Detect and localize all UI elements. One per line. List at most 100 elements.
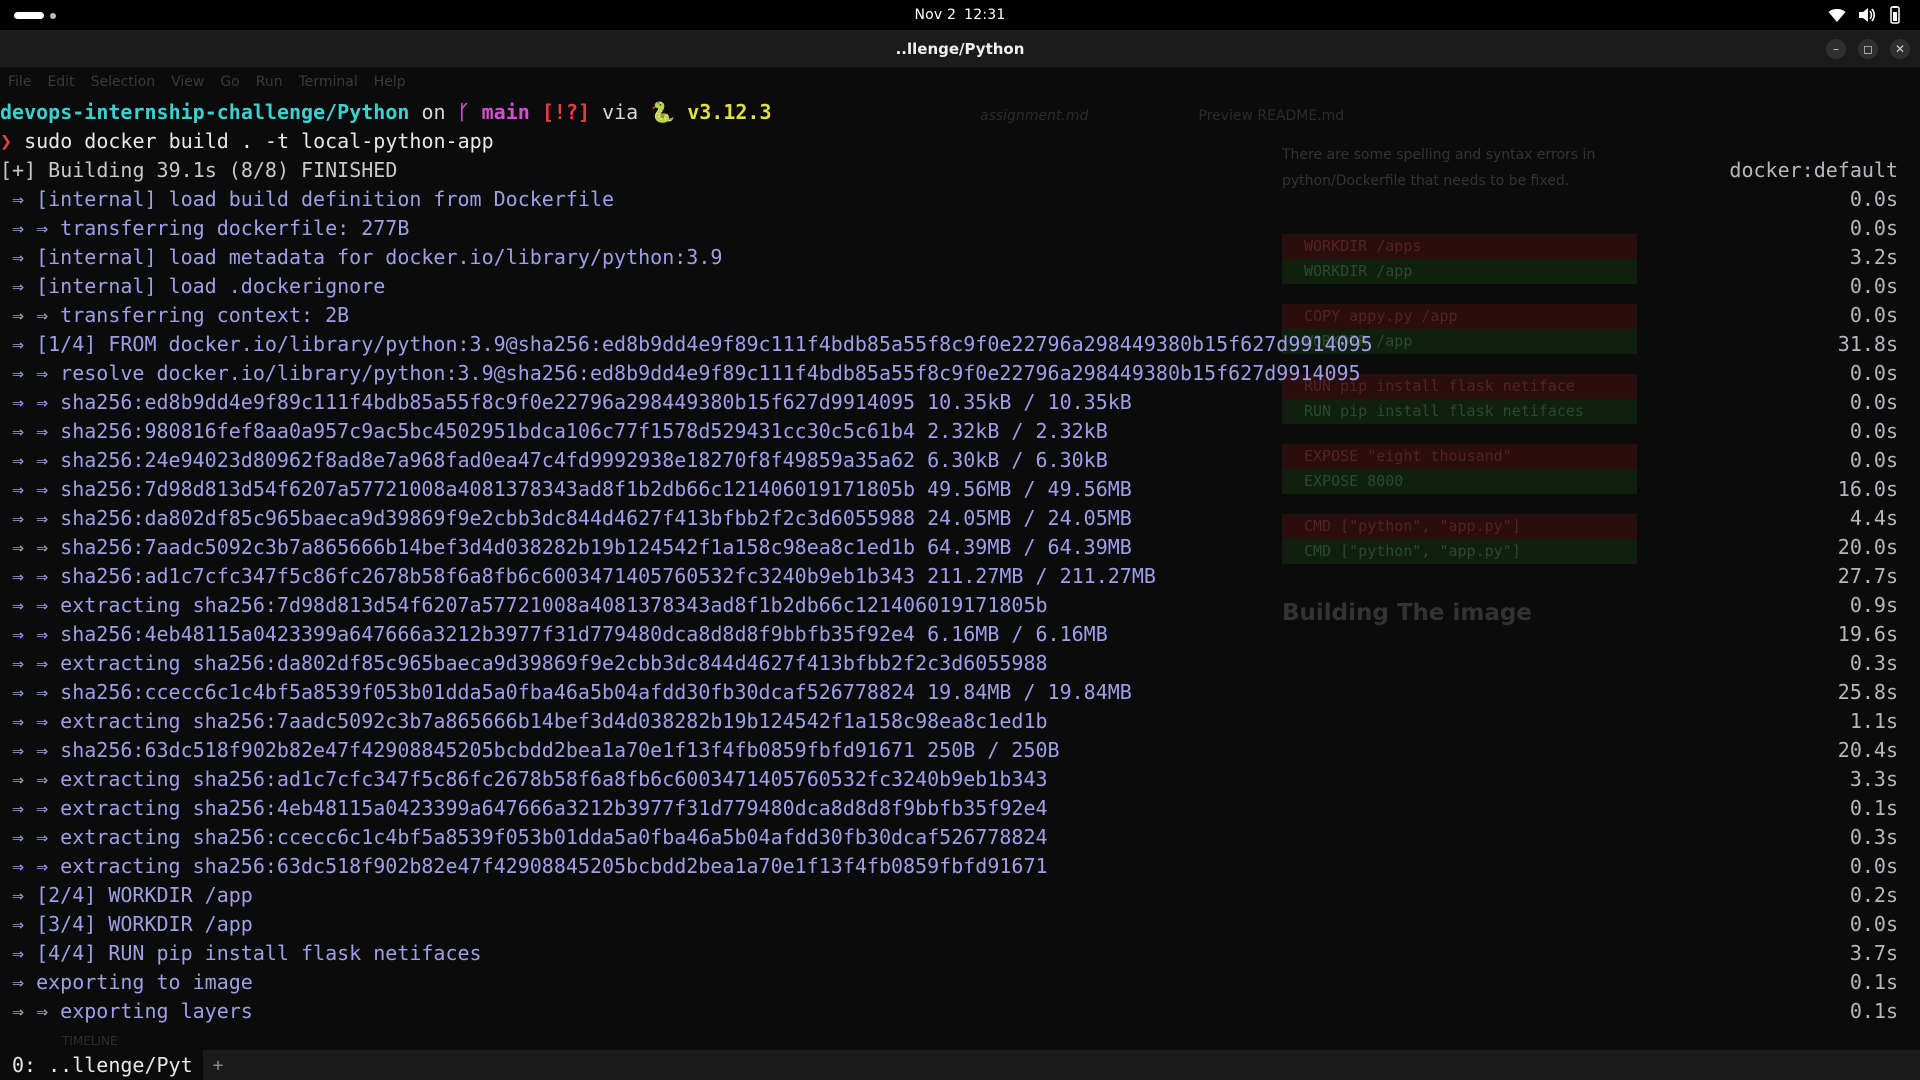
build-step-text: ⇒ ⇒ sha256:da802df85c965baeca9d39869f9e2… bbox=[12, 506, 1132, 530]
terminal-output[interactable]: devops-internship-challenge/Python on ᚴ … bbox=[0, 98, 1920, 1026]
build-step-text: ⇒ ⇒ extracting sha256:ccecc6c1c4bf5a8539… bbox=[12, 825, 1048, 849]
build-step-line: ⇒ ⇒ sha256:7aadc5092c3b7a865666b14bef3d4… bbox=[0, 533, 1920, 562]
build-step-line: ⇒ ⇒ sha256:ed8b9dd4e9f89c111f4bdb85a55f8… bbox=[0, 388, 1920, 417]
build-step-time: 0.0s bbox=[1849, 912, 1898, 936]
command-text: sudo docker build . -t local-python-app bbox=[24, 129, 494, 153]
minimize-button[interactable]: – bbox=[1826, 39, 1846, 59]
prompt-line: devops-internship-challenge/Python on ᚴ … bbox=[0, 98, 1920, 127]
prompt-chevron-icon: ❯ bbox=[0, 129, 13, 153]
build-step-time: 31.8s bbox=[1837, 332, 1898, 356]
build-step-time: 27.7s bbox=[1837, 564, 1898, 588]
build-step-time: 0.0s bbox=[1849, 419, 1898, 443]
build-step-line: ⇒ ⇒ extracting sha256:4eb48115a0423399a6… bbox=[0, 794, 1920, 823]
build-step-text: ⇒ ⇒ extracting sha256:4eb48115a0423399a6… bbox=[12, 796, 1048, 820]
session-tab[interactable]: 0: ..llenge/Pyt bbox=[0, 1050, 203, 1080]
build-step-text: ⇒ [3/4] WORKDIR /app bbox=[12, 912, 253, 936]
build-step-line: ⇒ ⇒ sha256:7d98d813d54f6207a57721008a408… bbox=[0, 475, 1920, 504]
prompt-directory: devops-internship-challenge/Python bbox=[0, 100, 410, 124]
python-version: v3.12.3 bbox=[687, 100, 772, 124]
build-step-time: 0.1s bbox=[1849, 999, 1898, 1023]
activities-indicator[interactable] bbox=[14, 12, 56, 19]
build-step-text: ⇒ ⇒ exporting layers bbox=[12, 999, 253, 1023]
window-controls: – ◻ ✕ bbox=[1826, 39, 1910, 59]
build-step-line: ⇒ ⇒ extracting sha256:da802df85c965baeca… bbox=[0, 649, 1920, 678]
build-step-time: 0.0s bbox=[1849, 303, 1898, 327]
build-step-line: ⇒ ⇒ resolve docker.io/library/python:3.9… bbox=[0, 359, 1920, 388]
prompt-via-text: via bbox=[602, 100, 639, 124]
battery-icon bbox=[1888, 6, 1902, 28]
build-step-text: ⇒ [2/4] WORKDIR /app bbox=[12, 883, 253, 907]
new-tab-button[interactable]: + bbox=[213, 1055, 224, 1076]
build-step-time: 19.6s bbox=[1837, 622, 1898, 646]
git-branch-icon: ᚴ bbox=[457, 100, 470, 124]
build-step-line: ⇒ [1/4] FROM docker.io/library/python:3.… bbox=[0, 330, 1920, 359]
build-step-line: ⇒ ⇒ transferring dockerfile: 277B 0.0s bbox=[0, 214, 1920, 243]
build-step-text: ⇒ ⇒ sha256:4eb48115a0423399a647666a3212b… bbox=[12, 622, 1108, 646]
build-step-text: ⇒ ⇒ resolve docker.io/library/python:3.9… bbox=[12, 361, 1361, 385]
bg-menu-edit: Edit bbox=[47, 74, 75, 90]
bg-menu-view: View bbox=[171, 74, 205, 90]
close-button[interactable]: ✕ bbox=[1890, 39, 1910, 59]
workspace-dot bbox=[50, 12, 56, 19]
build-step-text: ⇒ ⇒ sha256:7aadc5092c3b7a865666b14bef3d4… bbox=[12, 535, 1132, 559]
bg-menu-file: File bbox=[8, 74, 32, 90]
build-step-text: ⇒ ⇒ sha256:24e94023d80962f8ad8e7a968fad0… bbox=[12, 448, 1108, 472]
bg-menu-help: Help bbox=[373, 74, 406, 90]
bg-menu-run: Run bbox=[255, 74, 283, 90]
build-step-text: ⇒ ⇒ extracting sha256:7d98d813d54f6207a5… bbox=[12, 593, 1048, 617]
build-step-time: 0.1s bbox=[1849, 796, 1898, 820]
build-step-line: ⇒ ⇒ extracting sha256:7d98d813d54f6207a5… bbox=[0, 591, 1920, 620]
build-step-line: ⇒ ⇒ exporting layers 0.1s bbox=[0, 997, 1920, 1026]
build-step-text: ⇒ ⇒ sha256:7d98d813d54f6207a57721008a408… bbox=[12, 477, 1132, 501]
clock-date: Nov 2 bbox=[914, 7, 957, 23]
volume-icon bbox=[1858, 7, 1876, 27]
workspace-active-pill bbox=[14, 12, 44, 19]
prompt-on-text: on bbox=[421, 100, 446, 124]
maximize-button[interactable]: ◻ bbox=[1858, 39, 1878, 59]
build-step-time: 25.8s bbox=[1837, 680, 1898, 704]
build-step-text: ⇒ ⇒ extracting sha256:ad1c7cfc347f5c86fc… bbox=[12, 767, 1048, 791]
build-step-time: 0.0s bbox=[1849, 390, 1898, 414]
clock[interactable]: Nov 2 12:31 bbox=[914, 7, 1005, 23]
build-steps: ⇒ [internal] load build definition from … bbox=[0, 185, 1920, 1026]
system-top-bar: Nov 2 12:31 bbox=[0, 0, 1920, 30]
build-step-text: ⇒ ⇒ sha256:ad1c7cfc347f5c86fc2678b58f6a8… bbox=[12, 564, 1156, 588]
build-step-text: ⇒ ⇒ extracting sha256:7aadc5092c3b7a8656… bbox=[12, 709, 1048, 733]
build-header-line: [+] Building 39.1s (8/8) FINISHED docker… bbox=[0, 156, 1920, 185]
build-step-text: ⇒ ⇒ sha256:ccecc6c1c4bf5a8539f053b01dda5… bbox=[12, 680, 1132, 704]
build-step-time: 3.3s bbox=[1849, 767, 1898, 791]
bg-menu-selection: Selection bbox=[90, 74, 156, 90]
build-step-line: ⇒ ⇒ extracting sha256:ccecc6c1c4bf5a8539… bbox=[0, 823, 1920, 852]
system-tray[interactable] bbox=[1828, 6, 1902, 28]
build-step-line: ⇒ exporting to image 0.1s bbox=[0, 968, 1920, 997]
build-step-time: 1.1s bbox=[1849, 709, 1898, 733]
build-step-time: 0.3s bbox=[1849, 825, 1898, 849]
build-step-time: 0.0s bbox=[1849, 216, 1898, 240]
terminal-title-bar[interactable]: ..llenge/Python – ◻ ✕ bbox=[0, 30, 1920, 68]
build-step-line: ⇒ [3/4] WORKDIR /app 0.0s bbox=[0, 910, 1920, 939]
build-step-time: 20.0s bbox=[1837, 535, 1898, 559]
build-step-time: 4.4s bbox=[1849, 506, 1898, 530]
build-step-line: ⇒ [2/4] WORKDIR /app 0.2s bbox=[0, 881, 1920, 910]
build-step-line: ⇒ [internal] load .dockerignore 0.0s bbox=[0, 272, 1920, 301]
build-step-time: 0.1s bbox=[1849, 970, 1898, 994]
background-timeline-label: TIMELINE bbox=[62, 1034, 118, 1048]
build-step-line: ⇒ ⇒ sha256:ccecc6c1c4bf5a8539f053b01dda5… bbox=[0, 678, 1920, 707]
build-step-time: 20.4s bbox=[1837, 738, 1898, 762]
build-step-text: ⇒ ⇒ sha256:63dc518f902b82e47f42908845205… bbox=[12, 738, 1060, 762]
build-step-text: ⇒ ⇒ extracting sha256:da802df85c965baeca… bbox=[12, 651, 1048, 675]
build-context: docker:default bbox=[1729, 158, 1898, 182]
git-branch-name: main bbox=[481, 100, 530, 124]
git-status: [!?] bbox=[541, 100, 591, 124]
build-step-time: 3.7s bbox=[1849, 941, 1898, 965]
build-step-time: 0.0s bbox=[1849, 187, 1898, 211]
build-step-time: 0.3s bbox=[1849, 651, 1898, 675]
terminal-status-bar: 0: ..llenge/Pyt + bbox=[0, 1050, 1920, 1080]
build-step-time: 16.0s bbox=[1837, 477, 1898, 501]
build-step-text: ⇒ ⇒ sha256:980816fef8aa0a957c9ac5bc45029… bbox=[12, 419, 1108, 443]
build-header: [+] Building 39.1s (8/8) FINISHED bbox=[0, 158, 398, 182]
build-step-line: ⇒ ⇒ sha256:4eb48115a0423399a647666a3212b… bbox=[0, 620, 1920, 649]
build-step-line: ⇒ ⇒ sha256:63dc518f902b82e47f42908845205… bbox=[0, 736, 1920, 765]
build-step-text: ⇒ [internal] load .dockerignore bbox=[12, 274, 386, 298]
build-step-line: ⇒ [internal] load metadata for docker.io… bbox=[0, 243, 1920, 272]
